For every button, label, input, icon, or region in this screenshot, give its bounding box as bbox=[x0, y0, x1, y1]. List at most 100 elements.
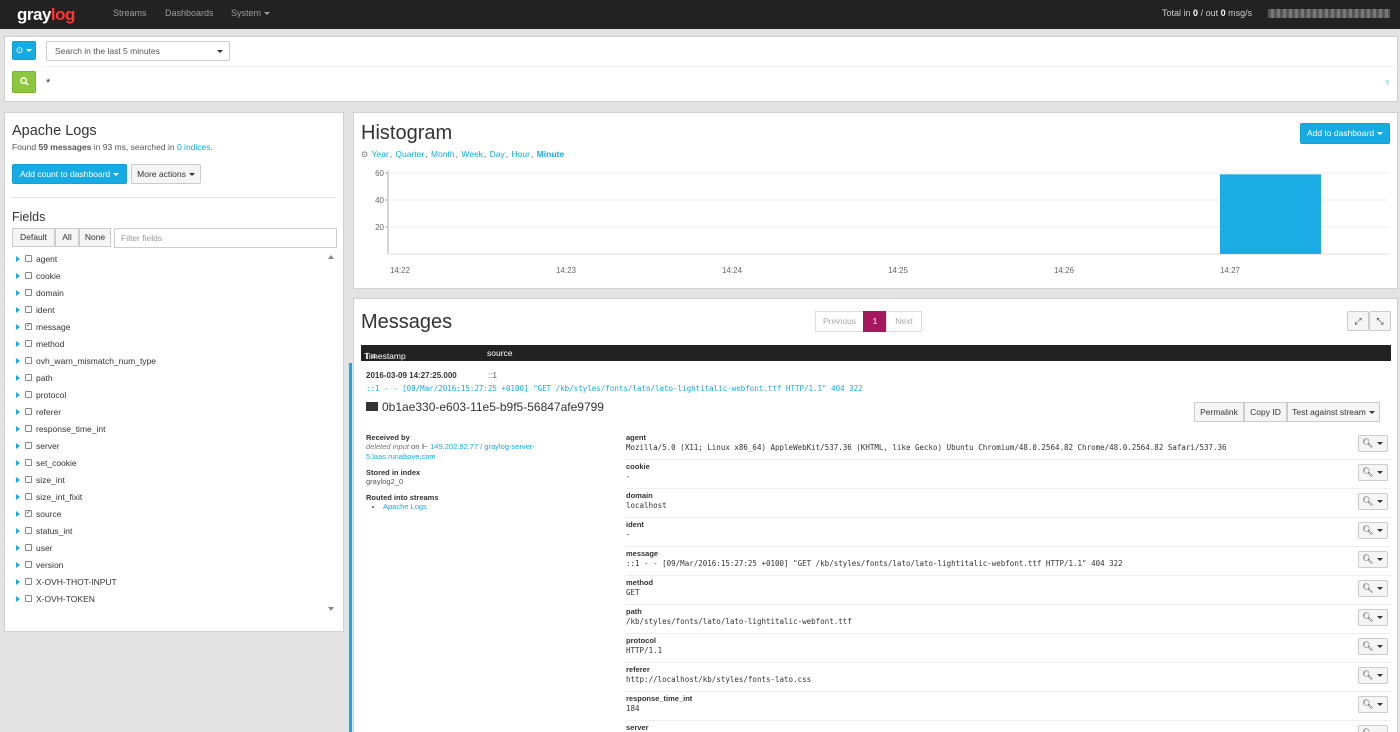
field-checkbox[interactable] bbox=[25, 255, 32, 263]
field-actions-button[interactable]: 🔍︎ bbox=[1358, 580, 1388, 597]
field-checkbox[interactable] bbox=[25, 306, 32, 314]
field-checkbox[interactable] bbox=[25, 374, 32, 382]
routed-stream-link[interactable]: Apache Logs bbox=[383, 502, 427, 511]
caret-right-icon[interactable] bbox=[16, 323, 20, 330]
field-checkbox[interactable]: ✓ bbox=[25, 510, 32, 518]
page-1-button[interactable]: 1 bbox=[863, 311, 887, 332]
field-name: response_time_int bbox=[36, 424, 106, 434]
field-checkbox[interactable] bbox=[25, 408, 32, 416]
copy-id-button[interactable]: Copy ID bbox=[1244, 402, 1287, 422]
indices-link[interactable]: 0 indices bbox=[177, 142, 211, 152]
field-checkbox[interactable]: ✓ bbox=[25, 323, 32, 331]
caret-right-icon[interactable] bbox=[16, 561, 20, 568]
timerange-type-button[interactable]: ⊙ bbox=[12, 41, 36, 60]
field-checkbox[interactable] bbox=[25, 476, 32, 484]
resolution-year[interactable]: Year bbox=[372, 149, 389, 159]
field-actions-button[interactable]: 🔍︎ bbox=[1358, 696, 1388, 713]
caret-right-icon[interactable] bbox=[16, 578, 20, 585]
field-checkbox[interactable] bbox=[25, 595, 32, 603]
caret-right-icon[interactable] bbox=[16, 476, 20, 483]
resolution-day[interactable]: Day bbox=[490, 149, 505, 159]
caret-right-icon[interactable] bbox=[16, 340, 20, 347]
resolution-week[interactable]: Week bbox=[461, 149, 483, 159]
caret-right-icon[interactable] bbox=[16, 306, 20, 313]
scroll-up-icon[interactable] bbox=[328, 255, 334, 259]
expand-icon[interactable]: ⤢ bbox=[1347, 311, 1369, 331]
field-checkbox[interactable] bbox=[25, 527, 32, 535]
caret-right-icon[interactable] bbox=[16, 527, 20, 534]
field-checkbox[interactable] bbox=[25, 357, 32, 365]
caret-right-icon[interactable] bbox=[16, 493, 20, 500]
scroll-down-icon[interactable] bbox=[328, 607, 334, 611]
field-checkbox[interactable] bbox=[25, 272, 32, 280]
field-checkbox[interactable] bbox=[25, 561, 32, 569]
field-actions-button[interactable]: 🔍︎ bbox=[1358, 609, 1388, 626]
previous-page-button[interactable]: Previous bbox=[815, 311, 864, 332]
field-checkbox[interactable] bbox=[25, 289, 32, 297]
field-actions-button[interactable]: 🔍︎ bbox=[1358, 638, 1388, 655]
column-source[interactable]: source bbox=[487, 348, 513, 358]
field-checkbox[interactable] bbox=[25, 442, 32, 450]
filter-default-button[interactable]: Default bbox=[12, 228, 55, 247]
filter-all-button[interactable]: All bbox=[55, 228, 79, 247]
search-bar: ⊙ Search in the last 5 minutes * ♀ bbox=[4, 36, 1398, 102]
clock-icon: ⊙ bbox=[15, 45, 24, 55]
resolution-month[interactable]: Month bbox=[431, 149, 455, 159]
filter-none-button[interactable]: None bbox=[79, 228, 111, 247]
permalink-button[interactable]: Permalink bbox=[1194, 402, 1244, 422]
nav-system[interactable]: System bbox=[231, 8, 271, 18]
field-list-scrollbar[interactable] bbox=[326, 253, 335, 613]
caret-right-icon[interactable] bbox=[16, 255, 20, 262]
field-actions-button[interactable]: 🔍︎ bbox=[1358, 667, 1388, 684]
field-checkbox[interactable] bbox=[25, 459, 32, 467]
lightbulb-icon[interactable]: ♀ bbox=[1384, 77, 1391, 87]
test-against-stream-button[interactable]: Test against stream bbox=[1287, 402, 1380, 422]
field-actions-button[interactable]: 🔍︎ bbox=[1358, 725, 1388, 732]
field-checkbox[interactable] bbox=[25, 544, 32, 552]
resolution-quarter[interactable]: Quarter bbox=[395, 149, 424, 159]
search-query-input[interactable]: * bbox=[46, 77, 50, 89]
caret-right-icon[interactable] bbox=[16, 374, 20, 381]
field-actions-button[interactable]: 🔍︎ bbox=[1358, 522, 1388, 539]
caret-right-icon[interactable] bbox=[16, 544, 20, 551]
caret-right-icon[interactable] bbox=[16, 408, 20, 415]
filter-fields-input[interactable]: Filter fields bbox=[114, 228, 337, 248]
caret-right-icon[interactable] bbox=[16, 442, 20, 449]
resolution-active[interactable]: Minute bbox=[537, 149, 564, 159]
user-menu-redacted[interactable] bbox=[1268, 9, 1390, 18]
message-field-name: referer bbox=[626, 665, 650, 674]
field-checkbox[interactable] bbox=[25, 425, 32, 433]
nav-dashboards[interactable]: Dashboards bbox=[165, 8, 214, 18]
more-actions-button[interactable]: More actions bbox=[131, 164, 201, 184]
field-checkbox[interactable] bbox=[25, 493, 32, 501]
field-checkbox[interactable] bbox=[25, 340, 32, 348]
caret-right-icon[interactable] bbox=[16, 289, 20, 296]
search-button[interactable] bbox=[12, 71, 36, 93]
caret-right-icon[interactable] bbox=[16, 425, 20, 432]
caret-right-icon[interactable] bbox=[16, 391, 20, 398]
caret-right-icon[interactable] bbox=[16, 357, 20, 364]
sort-icon[interactable]: ⇃≡ bbox=[364, 351, 376, 362]
graylog-logo[interactable]: graylog bbox=[17, 5, 75, 25]
caret-right-icon[interactable] bbox=[16, 595, 20, 602]
caret-right-icon[interactable] bbox=[16, 272, 20, 279]
timerange-select[interactable]: Search in the last 5 minutes bbox=[46, 41, 230, 61]
collapse-icon[interactable]: ⤡ bbox=[1369, 311, 1391, 331]
message-summary-line[interactable]: ::1 - - [09/Mar/2016:15:27:25 +0100] "GE… bbox=[366, 384, 863, 393]
fields-heading: Fields bbox=[12, 210, 46, 224]
field-checkbox[interactable] bbox=[25, 391, 32, 399]
add-count-to-dashboard-button[interactable]: Add count to dashboard bbox=[12, 164, 127, 184]
received-by-value: deleted input on ⊩ 149.202.92.77 / grayl… bbox=[366, 442, 546, 462]
field-actions-button[interactable]: 🔍︎ bbox=[1358, 551, 1388, 568]
throughput-in: 0 bbox=[1193, 8, 1199, 18]
field-actions-button[interactable]: 🔍︎ bbox=[1358, 493, 1388, 510]
field-checkbox[interactable] bbox=[25, 578, 32, 586]
resolution-hour[interactable]: Hour bbox=[512, 149, 530, 159]
field-actions-button[interactable]: 🔍︎ bbox=[1358, 464, 1388, 481]
next-page-button[interactable]: Next bbox=[886, 311, 922, 332]
caret-right-icon[interactable] bbox=[16, 459, 20, 466]
nav-streams[interactable]: Streams bbox=[113, 8, 147, 18]
add-to-dashboard-button[interactable]: Add to dashboard bbox=[1300, 123, 1390, 144]
caret-right-icon[interactable] bbox=[16, 510, 20, 517]
field-actions-button[interactable]: 🔍︎ bbox=[1358, 435, 1388, 452]
